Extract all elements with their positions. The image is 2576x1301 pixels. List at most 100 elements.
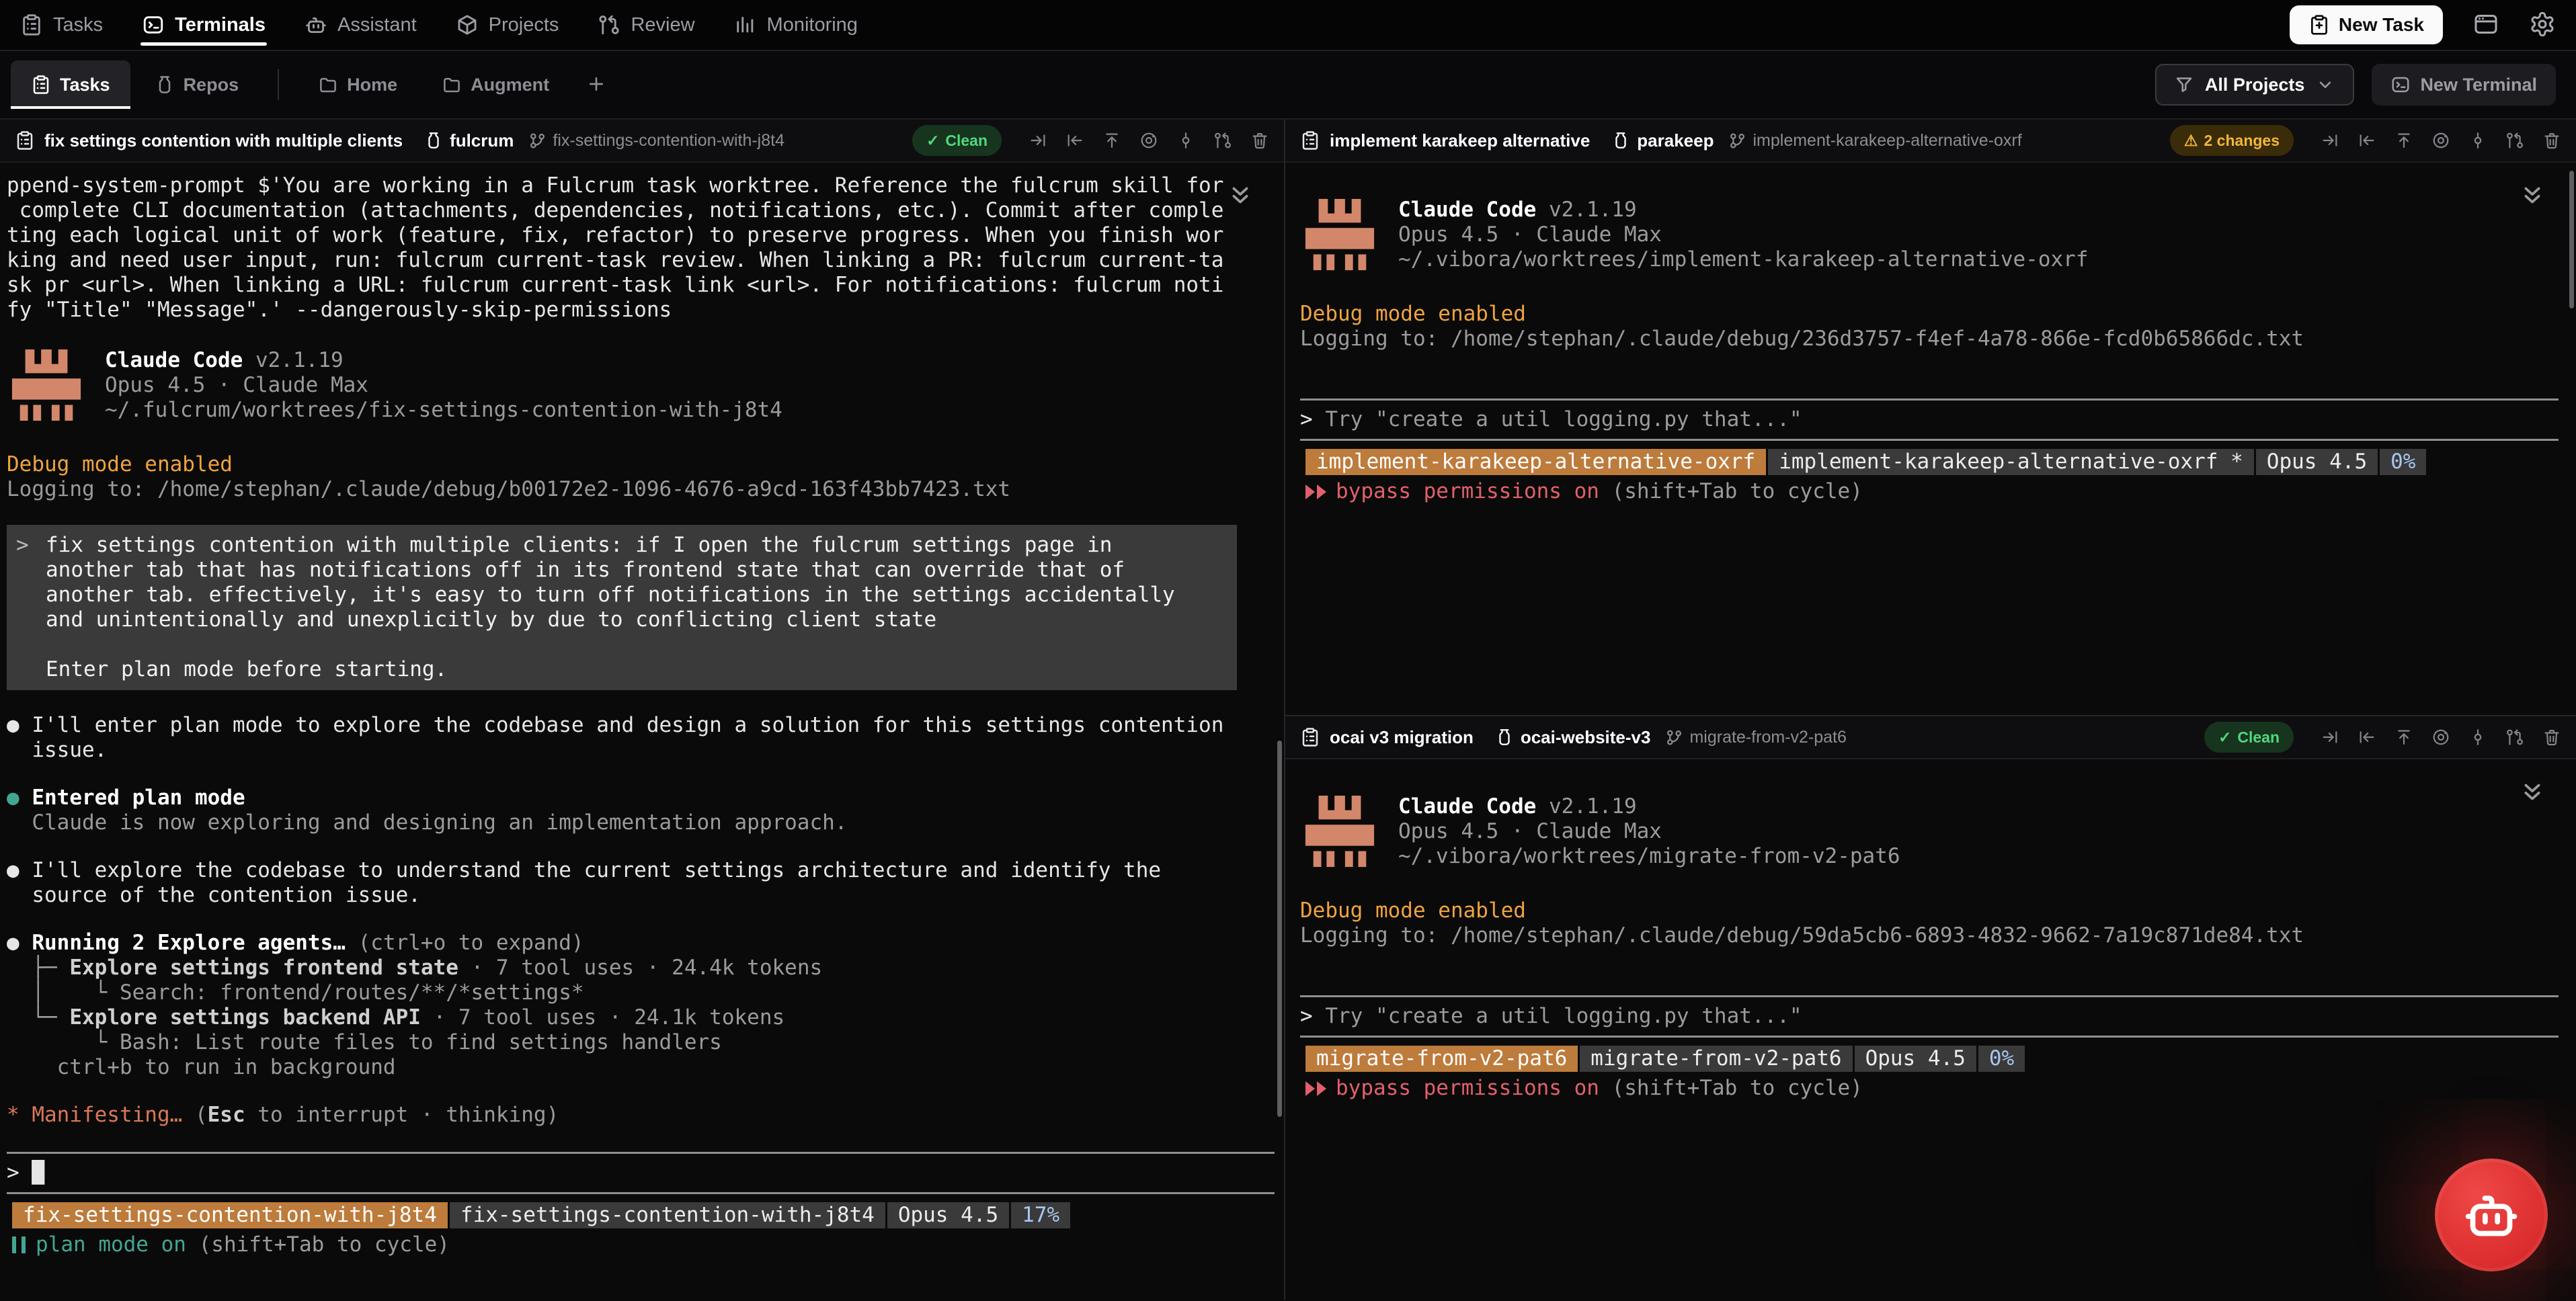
pane-right-bottom-terminal[interactable]: Claude Code v2.1.19Opus 4.5 · Claude Max… (1285, 759, 2576, 1300)
scrollbar-thumb[interactable] (1277, 741, 1282, 1117)
text-segment: source of the contention issue. (7, 883, 421, 907)
pushup-button[interactable] (2394, 728, 2413, 747)
status-badge: ✓Clean (912, 125, 1002, 156)
jar-icon (424, 131, 443, 150)
text-segment: Claude Code (1398, 198, 1536, 222)
statusline-badge: 0% (1978, 1046, 2025, 1072)
nav-item-assistant[interactable]: Assistant (305, 0, 417, 50)
text-segment: * (7, 1103, 32, 1127)
commit-button[interactable] (1176, 131, 1195, 150)
tab-repos[interactable]: Repos (134, 60, 259, 109)
terminal-line: ~/.vibora/worktrees/implement-karakeep-a… (1398, 247, 2089, 272)
pr-icon (2505, 728, 2524, 747)
scrollbar-thumb[interactable] (2569, 171, 2574, 308)
text-segment: (shift+Tab to cycle) (1599, 479, 1863, 504)
nav-item-projects[interactable]: Projects (456, 0, 559, 50)
collapse-pane-button[interactable] (1226, 181, 1254, 212)
pane-left-terminal[interactable]: ppend-system-prompt $'You are working in… (0, 163, 1284, 1300)
header-actions (1029, 131, 1269, 150)
text-segment: Debug mode enabled (7, 452, 233, 476)
text-segment: > (1300, 1004, 1325, 1028)
pr-button[interactable] (1213, 131, 1232, 150)
jumpleft-icon (1065, 131, 1084, 150)
statusline-badge: fix-settings-contention-with-j8t4 (450, 1202, 885, 1228)
terminal-input[interactable]: > █ (7, 1152, 1275, 1194)
disc-icon (1139, 131, 1158, 150)
jumpright-button[interactable] (1029, 131, 1047, 150)
tab-label: Home (347, 75, 397, 95)
text-segment: issue. (7, 738, 107, 762)
commit-button[interactable] (2468, 728, 2487, 747)
nav-item-review[interactable]: Review (598, 0, 694, 50)
text-segment: Opus 4.5 · Claude Max (105, 373, 368, 397)
jumpleft-button[interactable] (1065, 131, 1084, 150)
branch-label: migrate-from-v2-pat6 (1689, 728, 1846, 747)
workspace: fix settings contention with multiple cl… (0, 120, 2576, 1300)
text-segment: (ctrl+o to expand) (346, 931, 584, 955)
text-segment: Explore settings backend API (69, 1005, 421, 1030)
text-segment: │ └ Search: frontend/routes/**/*settings… (7, 980, 584, 1005)
text-segment: ├─ (7, 956, 69, 980)
disc-button[interactable] (2431, 728, 2450, 747)
nav-item-monitoring[interactable]: Monitoring (734, 0, 858, 50)
project-filter-dropdown[interactable]: All Projects (2155, 64, 2355, 106)
collapse-pane-button[interactable] (2518, 181, 2546, 212)
pushup-button[interactable] (1102, 131, 1121, 150)
nav-item-terminals[interactable]: Terminals (142, 0, 266, 50)
new-terminal-button[interactable]: New Terminal (2372, 64, 2556, 106)
assistant-fab[interactable] (2435, 1159, 2548, 1271)
pr-button[interactable] (2505, 131, 2524, 150)
text-segment: Try "create a util logging.py that..." (1325, 1004, 1802, 1028)
terminal-input[interactable]: > Try "create a util logging.py that..." (1300, 398, 2559, 441)
text-segment: > (7, 1161, 32, 1185)
text-segment: Opus 4.5 · Claude Max (1398, 819, 1662, 843)
trash-button[interactable] (2542, 131, 2561, 150)
status-line: fix-settings-contention-with-j8t4fix-set… (12, 1202, 1277, 1228)
text-segment: Opus 4.5 · Claude Max (1398, 222, 1662, 247)
pause-icon (12, 1236, 26, 1253)
project-filter-label: All Projects (2205, 75, 2305, 95)
terminal-line: Claude is now exploring and designing an… (7, 810, 1277, 835)
jumpright-button[interactable] (2321, 728, 2339, 747)
funnel-icon (2174, 75, 2194, 95)
pane-right-top-terminal[interactable]: Claude Code v2.1.19Opus 4.5 · Claude Max… (1285, 163, 2576, 715)
jumpright-button[interactable] (2321, 131, 2339, 150)
add-tab-button[interactable] (569, 73, 623, 97)
pushup-button[interactable] (2394, 131, 2413, 150)
tab-home[interactable]: Home (298, 60, 417, 109)
prompt-char: > (16, 533, 29, 558)
jumpleft-button[interactable] (2358, 131, 2376, 150)
new-task-button[interactable]: New Task (2290, 5, 2443, 44)
terminal-line: Debug mode enabled (1300, 898, 2561, 923)
spacer (1300, 876, 2561, 898)
terminal-output: ppend-system-prompt $'You are working in… (0, 163, 1284, 1257)
tab-divider (278, 69, 279, 100)
terminal-tabs: TasksRepos Home Augment (11, 51, 569, 118)
text-segment: ● (7, 858, 32, 882)
nav-item-tasks[interactable]: Tasks (20, 0, 103, 50)
settings-button[interactable] (2529, 11, 2556, 40)
pr-button[interactable] (2505, 728, 2524, 747)
terminal-line: issue. (7, 738, 1277, 763)
terminal-line: ● Running 2 Explore agents… (ctrl+o to e… (7, 931, 1277, 956)
text-segment: king and need user input, run: fulcrum c… (7, 248, 1223, 272)
statusline-badge: 17% (1011, 1202, 1070, 1228)
text-segment: v2.1.19 (243, 348, 343, 372)
collapse-pane-button[interactable] (2518, 778, 2546, 808)
trash-button[interactable] (2542, 728, 2561, 747)
terminal-input[interactable]: > Try "create a util logging.py that..." (1300, 995, 2559, 1038)
trash-button[interactable] (1250, 131, 1269, 150)
text-segment: Debug mode enabled (1300, 898, 1526, 923)
text-segment: Running 2 Explore agents… (32, 931, 346, 955)
tab-tasks[interactable]: Tasks (11, 60, 130, 109)
window-button[interactable] (2472, 11, 2499, 40)
tab-augment[interactable]: Augment (421, 60, 569, 109)
commit-button[interactable] (2468, 131, 2487, 150)
pushup-icon (2394, 728, 2413, 747)
text-segment: Logging to: /home/stephan/.claude/debug/… (1300, 327, 2304, 351)
jumpleft-button[interactable] (2358, 728, 2376, 747)
text-segment: (shift+Tab to cycle) (1599, 1076, 1863, 1101)
disc-button[interactable] (2431, 131, 2450, 150)
disc-button[interactable] (1139, 131, 1158, 150)
status-label: 2 changes (2204, 132, 2280, 150)
